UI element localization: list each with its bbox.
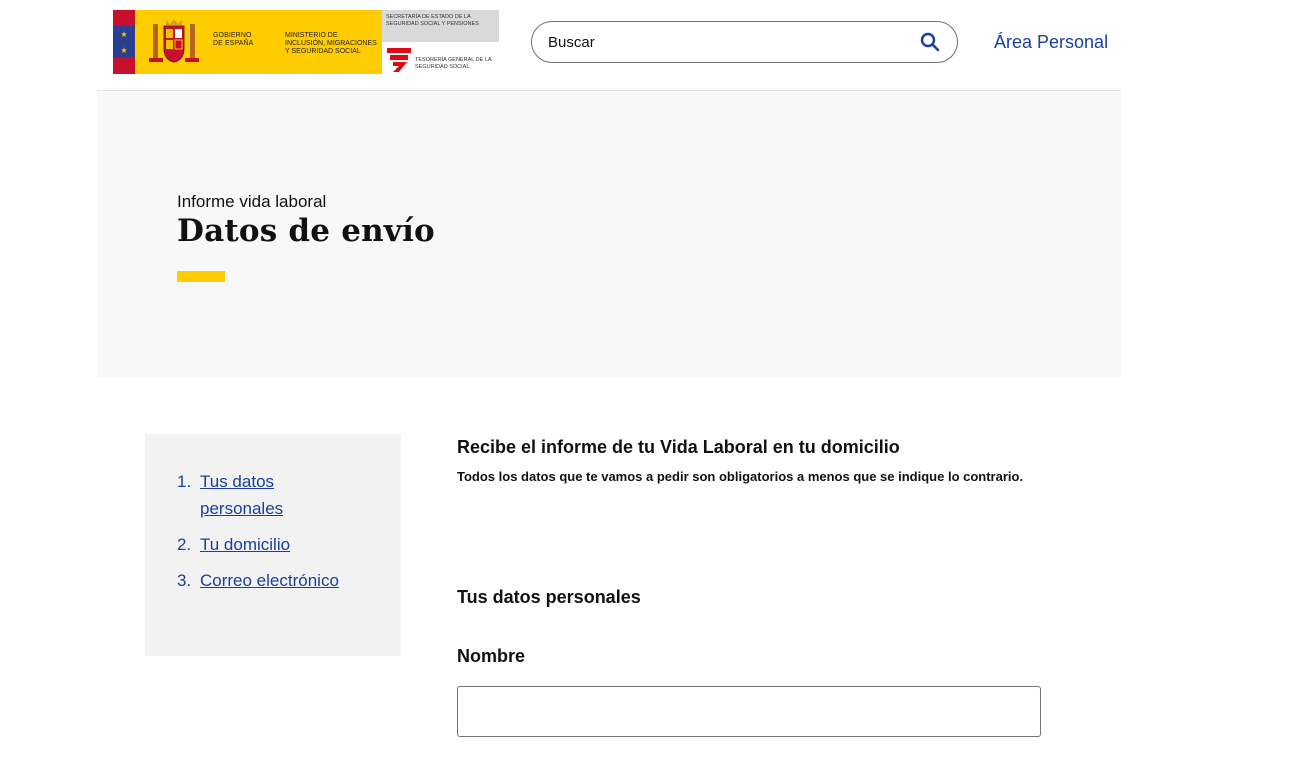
logo-yellow-band: GOBIERNO DE ESPAÑA MINISTERIO DE INCLUSI…	[135, 10, 382, 74]
site-header: ★ ★ GOBIERNO DE ESPAÑA MINISTERIO DE INCL…	[0, 0, 1291, 90]
logo-tesoreria-text: TESORERÍA GENERAL DE LA SEGURIDAD SOCIAL	[415, 57, 492, 70]
government-logo[interactable]: ★ ★ GOBIERNO DE ESPAÑA MINISTERIO DE INCL…	[113, 10, 499, 74]
step-link-datos-personales[interactable]: Tus datos personales	[200, 468, 310, 522]
logo-tgss-block: SECRETARÍA DE ESTADO DE LA SEGURIDAD SOC…	[382, 10, 499, 74]
logo-secretaria-text: SECRETARÍA DE ESTADO DE LA SEGURIDAD SOC…	[382, 10, 499, 42]
eu-flag-strip: ★ ★	[113, 10, 135, 74]
steps-nav: 1. Tus datos personales 2. Tu domicilio …	[145, 434, 401, 656]
step-link-correo[interactable]: Correo electrónico	[200, 567, 339, 594]
page-hero: Informe vida laboral Datos de envío	[97, 91, 1121, 377]
area-personal-link[interactable]: Área Personal	[994, 32, 1108, 53]
step-item-datos-personales: 1. Tus datos personales	[177, 468, 381, 522]
logo-gobierno-text: GOBIERNO DE ESPAÑA	[213, 32, 254, 47]
form-note: Todos los datos que te vamos a pedir son…	[457, 469, 1024, 484]
tgss-logo-icon	[387, 48, 411, 72]
step-link-domicilio[interactable]: Tu domicilio	[200, 531, 290, 558]
step-item-correo: 3. Correo electrónico	[177, 567, 381, 594]
page-subtitle: Informe vida laboral	[177, 192, 327, 211]
search-box	[531, 21, 958, 63]
search-icon[interactable]	[919, 31, 941, 53]
step-number: 1.	[177, 472, 192, 491]
form-title: Recibe el informe de tu Vida Laboral en …	[457, 437, 900, 457]
step-number: 2.	[177, 535, 192, 554]
search-input[interactable]	[548, 33, 919, 51]
logo-ministerio-text: MINISTERIO DE INCLUSIÓN, MIGRACIONES Y S…	[285, 32, 377, 55]
nombre-label: Nombre	[457, 646, 526, 666]
step-item-domicilio: 2. Tu domicilio	[177, 531, 381, 558]
step-number: 3.	[177, 571, 192, 590]
section-title: Tus datos personales	[457, 587, 641, 607]
coat-of-arms-icon	[149, 19, 199, 63]
nombre-input[interactable]	[457, 686, 1041, 737]
page-title: Datos de envío	[177, 213, 435, 249]
title-accent-bar	[177, 271, 225, 282]
